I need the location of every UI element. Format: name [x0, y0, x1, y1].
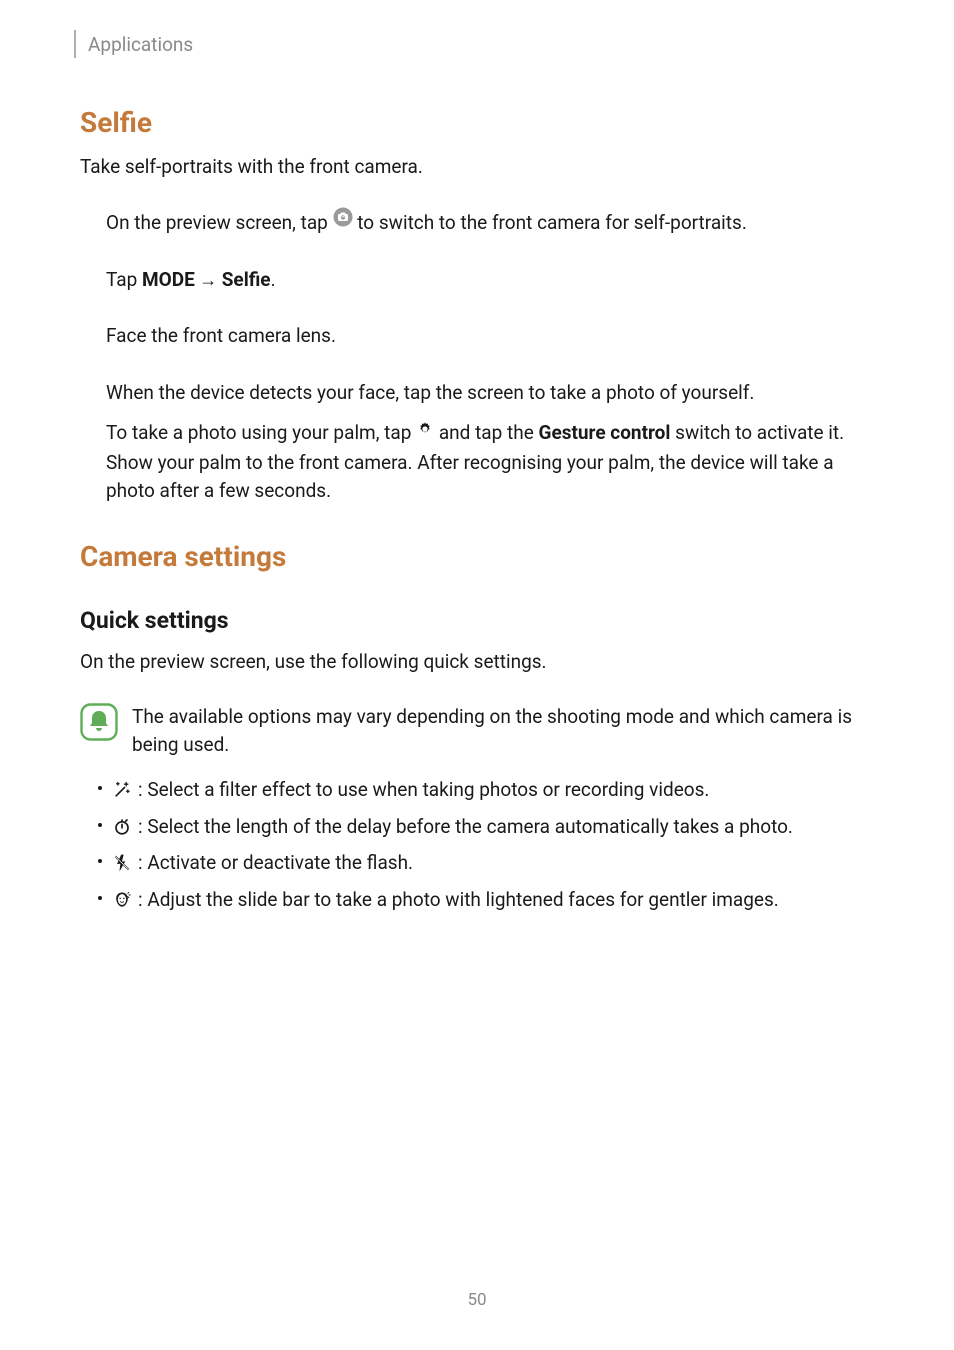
- switch-camera-icon: [333, 207, 353, 236]
- list-item: : Activate or deactivate the flash.: [80, 849, 880, 878]
- list-item-text: : Adjust the slide bar to take a photo w…: [138, 888, 779, 911]
- header-rule: [74, 30, 76, 58]
- list-item: : Select a filter effect to use when tak…: [80, 776, 880, 805]
- bullet-dot: [98, 896, 102, 900]
- text: .: [271, 268, 276, 291]
- selfie-palm-note: To take a photo using your palm, tap and…: [106, 419, 880, 505]
- page-content: Selfie Take self-portraits with the fron…: [80, 98, 880, 922]
- bullet-dot: [98, 786, 102, 790]
- text: to switch to the front camera for self-p…: [357, 211, 747, 234]
- list-item: : Select the length of the delay before …: [80, 813, 880, 842]
- list-item-text: : Activate or deactivate the flash.: [138, 851, 413, 874]
- beauty-face-icon: [112, 890, 132, 910]
- note-callout: The available options may vary depending…: [80, 703, 880, 758]
- page-number: 50: [0, 1290, 954, 1310]
- note-bell-icon: [80, 703, 118, 745]
- mode-label: MODE: [142, 268, 195, 291]
- filter-wand-icon: [112, 780, 132, 800]
- text: To take a photo using your palm, tap: [106, 421, 416, 444]
- list-item-text: : Select a filter effect to use when tak…: [138, 778, 709, 801]
- heading-selfie: Selfie: [80, 106, 880, 139]
- text: Tap: [106, 268, 142, 291]
- timer-icon: [112, 817, 132, 837]
- gesture-control-label: Gesture control: [539, 421, 671, 444]
- text: and tap the: [439, 421, 539, 444]
- list-item: : Adjust the slide bar to take a photo w…: [80, 886, 880, 915]
- selfie-step-1: On the preview screen, tap to switch to …: [106, 209, 880, 238]
- selfie-intro: Take self-portraits with the front camer…: [80, 153, 880, 181]
- heading-camera-settings: Camera settings: [80, 540, 880, 573]
- selfie-step-4: When the device detects your face, tap t…: [106, 379, 880, 408]
- selfie-step-2: Tap MODE → Selfie.: [106, 266, 880, 295]
- header-section-label: Applications: [88, 33, 193, 56]
- quick-settings-list: : Select a filter effect to use when tak…: [80, 776, 880, 914]
- note-text: The available options may vary depending…: [132, 703, 880, 758]
- page-header: Applications: [74, 30, 193, 58]
- heading-quick-settings: Quick settings: [80, 607, 880, 634]
- quick-settings-intro: On the preview screen, use the following…: [80, 648, 880, 676]
- bullet-dot: [98, 859, 102, 863]
- text: On the preview screen, tap: [106, 211, 333, 234]
- arrow: →: [195, 270, 222, 291]
- bullet-dot: [98, 823, 102, 827]
- flash-off-icon: [112, 853, 132, 873]
- selfie-step-3: Face the front camera lens.: [106, 322, 880, 351]
- selfie-label: Selfie: [222, 268, 271, 291]
- settings-gear-icon: [416, 418, 434, 447]
- list-item-text: : Select the length of the delay before …: [138, 815, 793, 838]
